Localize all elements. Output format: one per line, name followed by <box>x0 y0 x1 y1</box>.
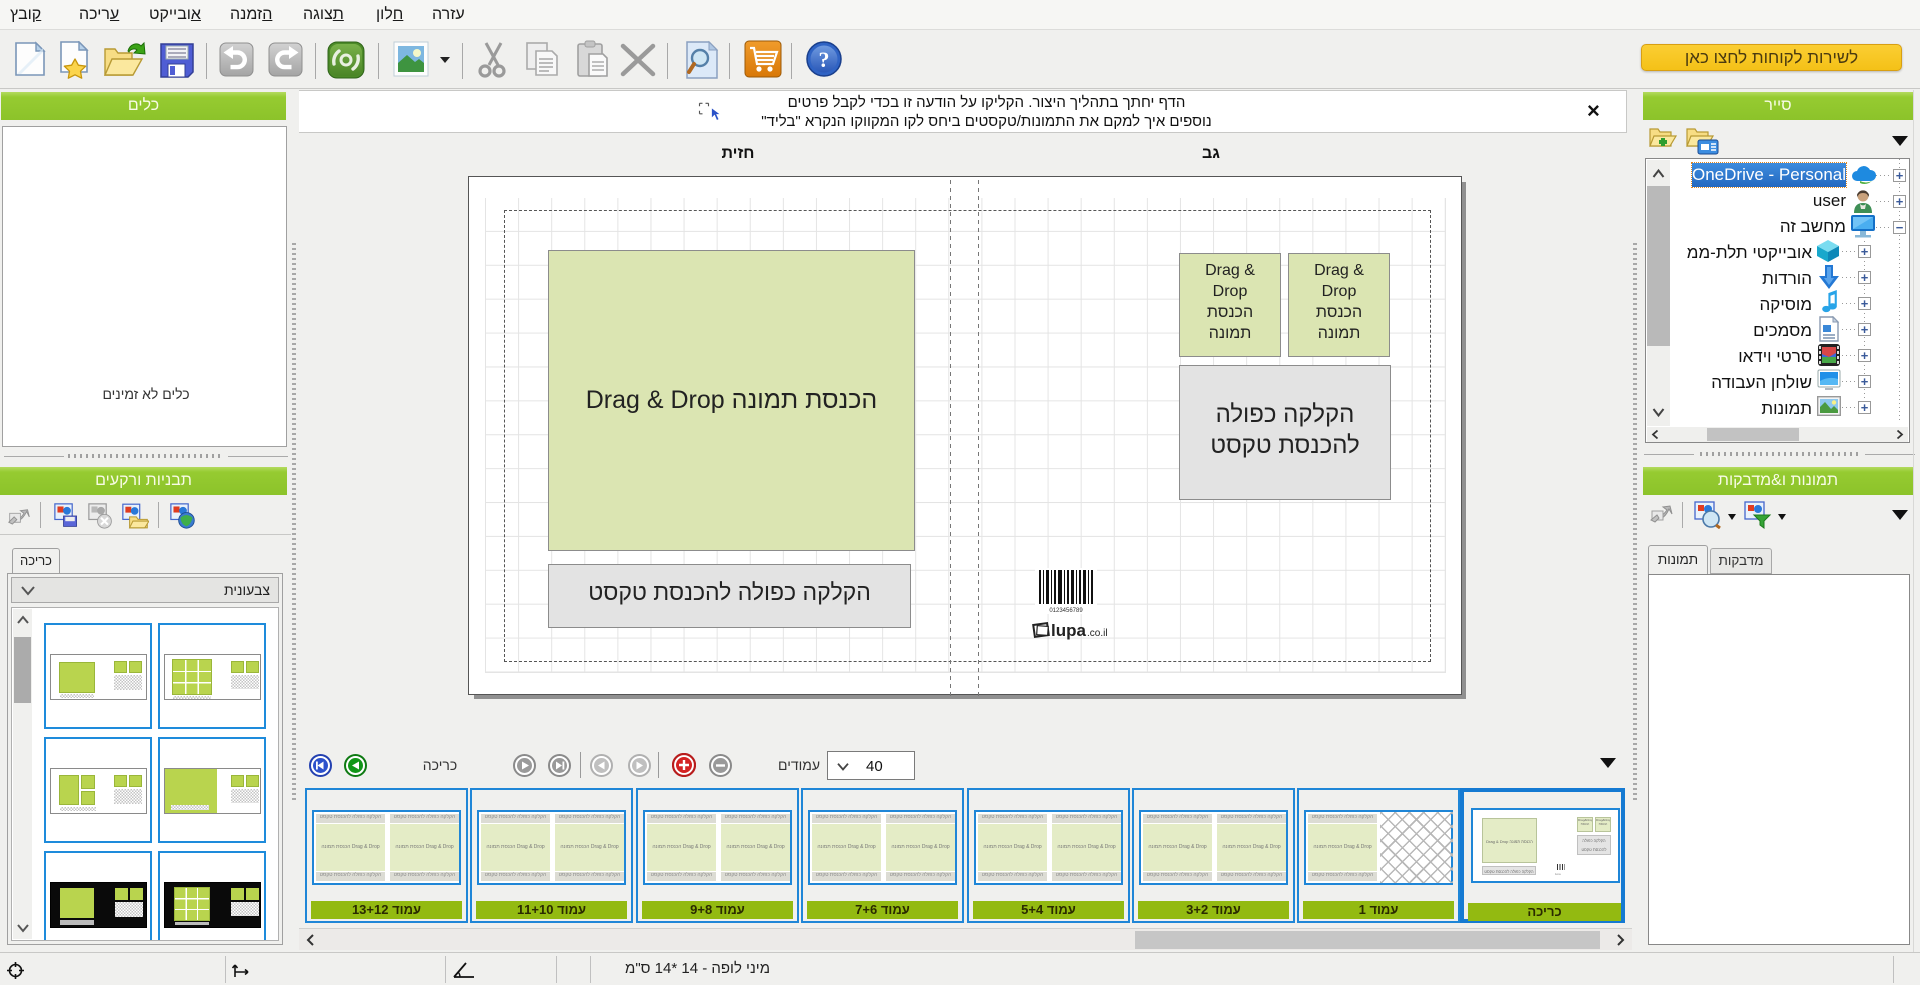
svg-text:0123456789: 0123456789 <box>1049 608 1083 614</box>
svg-text:?: ? <box>819 47 830 72</box>
svg-text:lupa: lupa <box>1051 621 1086 640</box>
svg-text:.co.il: .co.il <box>1087 628 1108 639</box>
